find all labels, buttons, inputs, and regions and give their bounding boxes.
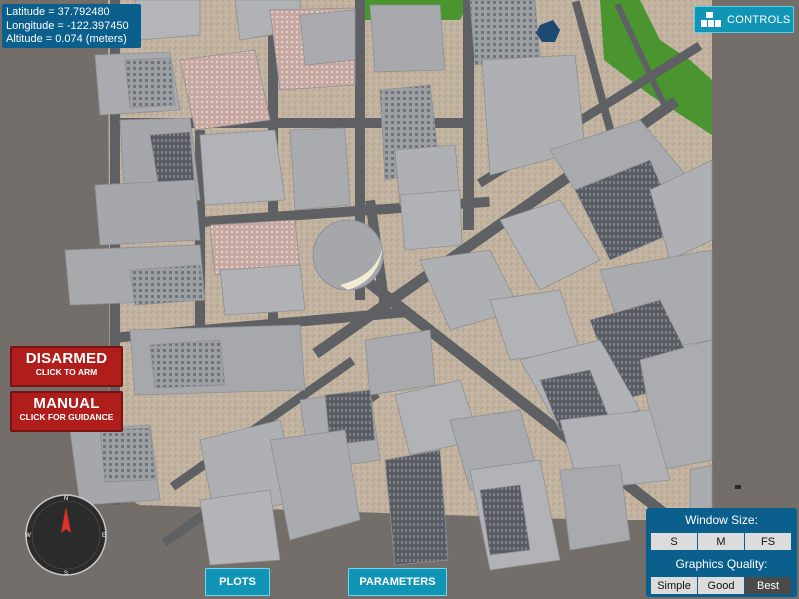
window-size-label: Window Size: [685, 513, 758, 527]
controls-label: CONTROLS [727, 13, 791, 26]
window-size-fs-button[interactable]: FS [745, 533, 791, 550]
mode-state-label: MANUAL [33, 395, 100, 412]
controls-button[interactable]: CONTROLS [694, 6, 794, 33]
compass: N E S W [25, 494, 107, 577]
longitude-text: Longitude = -122.397450 [6, 19, 129, 32]
window-size-s-button[interactable]: S [651, 533, 697, 550]
graphics-best-button[interactable]: Best [745, 577, 791, 594]
mode-hint-label: CLICK FOR GUIDANCE [19, 412, 114, 422]
settings-panel: Window Size: S M FS Graphics Quality: Si… [646, 508, 797, 597]
graphics-simple-button[interactable]: Simple [651, 577, 697, 594]
arm-hint-label: CLICK TO ARM [35, 367, 98, 377]
arm-button[interactable]: DISARMED CLICK TO ARM [10, 346, 123, 387]
graphics-good-button[interactable]: Good [698, 577, 744, 594]
latitude-text: Latitude = 37.792480 [6, 6, 110, 18]
compass-south-label: S [64, 571, 68, 577]
window-size-m-button[interactable]: M [698, 533, 744, 550]
compass-west-label: W [25, 533, 31, 539]
telemetry-readout: Latitude = 37.792480 Longitude = -122.39… [2, 4, 141, 48]
blocks-icon [701, 11, 721, 27]
mode-button[interactable]: MANUAL CLICK FOR GUIDANCE [10, 391, 123, 432]
arm-state-label: DISARMED [25, 350, 108, 367]
graphics-quality-label: Graphics Quality: [675, 557, 768, 571]
parameters-button[interactable]: PARAMETERS [348, 568, 447, 596]
compass-east-label: E [102, 533, 106, 539]
altitude-text: Altitude = 0.074 (meters) [6, 33, 127, 45]
plots-button[interactable]: PLOTS [205, 568, 270, 596]
compass-north-label: N [64, 496, 68, 502]
